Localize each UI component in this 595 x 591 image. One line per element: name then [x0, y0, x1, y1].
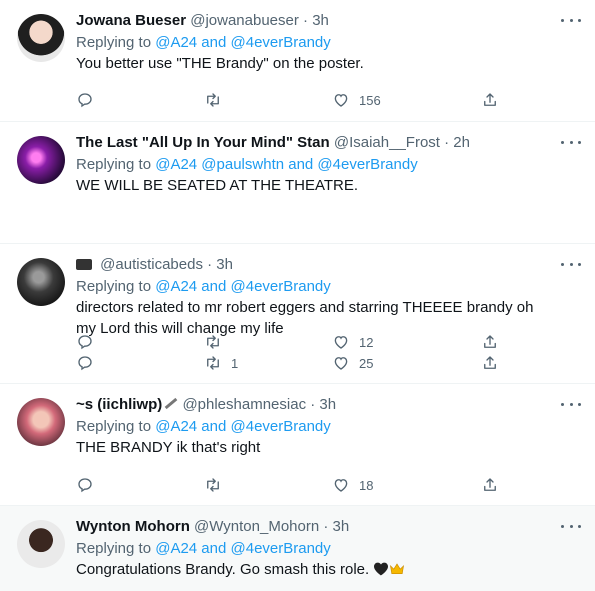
- tweet[interactable]: The Last "All Up In Your Mind" Stan @Isa…: [0, 122, 595, 350]
- replying-to: Replying to @A24 and @4everBrandy: [76, 538, 583, 559]
- tweet-text: Congratulations Brandy. Go smash this ro…: [76, 559, 556, 580]
- tweet[interactable]: Wynton Mohorn @Wynton_Mohorn · 3h Replyi…: [0, 506, 595, 591]
- handle[interactable]: @autisticabeds: [100, 256, 203, 273]
- more-icon[interactable]: [561, 398, 581, 410]
- tweet-actions: 18: [76, 475, 506, 495]
- tweet-header: Jowana Bueser @jowanabueser · 3h: [76, 10, 583, 32]
- replying-to: Replying to @A24 and @4everBrandy: [76, 416, 583, 437]
- tweet[interactable]: ~s (iichliwp) @phleshamnesiac · 3h Reply…: [0, 384, 595, 506]
- handle[interactable]: @Isaiah__Frost: [334, 134, 440, 151]
- reply-feed: Jowana Bueser @jowanabueser · 3h Replyin…: [0, 0, 595, 591]
- tweet-text-content: Congratulations Brandy. Go smash this ro…: [76, 561, 370, 578]
- like-count: 25: [359, 355, 374, 371]
- timestamp[interactable]: · 3h: [207, 256, 233, 273]
- replying-to-link[interactable]: @A24 @paulswhtn and @4everBrandy: [155, 156, 418, 173]
- timestamp[interactable]: · 3h: [303, 12, 329, 29]
- tweet-actions: 156: [76, 90, 506, 110]
- tweet-header: The Last "All Up In Your Mind" Stan @Isa…: [76, 132, 583, 154]
- more-icon[interactable]: [561, 14, 581, 26]
- avatar[interactable]: [17, 520, 65, 568]
- share-button[interactable]: [481, 475, 499, 495]
- display-name[interactable]: The Last "All Up In Your Mind" Stan: [76, 134, 330, 151]
- timestamp[interactable]: · 3h: [310, 396, 336, 413]
- retweet-icon: [207, 356, 219, 370]
- tweet[interactable]: Jowana Bueser @jowanabueser · 3h Replyin…: [0, 0, 595, 122]
- black-heart-emoji: [374, 562, 389, 576]
- replying-to-link[interactable]: @A24 and @4everBrandy: [155, 540, 331, 557]
- replying-to-link[interactable]: @A24 and @4everBrandy: [155, 34, 331, 51]
- tweet-text: THE BRANDY ik that's right: [76, 439, 261, 456]
- tweet-header: @autisticabeds · 3h: [76, 254, 583, 276]
- handle[interactable]: @Wynton_Mohorn: [194, 518, 319, 535]
- share-icon: [484, 356, 496, 369]
- knife-emoji: [164, 397, 178, 410]
- handle[interactable]: @phleshamnesiac: [182, 396, 306, 413]
- reply-icon: [78, 478, 92, 493]
- timestamp[interactable]: · 3h: [323, 518, 349, 535]
- timestamp[interactable]: · 2h: [444, 134, 470, 151]
- reply-button[interactable]: [76, 475, 103, 495]
- avatar[interactable]: [17, 14, 65, 62]
- replying-to: Replying to @A24 @paulswhtn and @4everBr…: [76, 154, 583, 175]
- tweet-text: WE WILL BE SEATED AT THE THEATRE.: [76, 177, 359, 194]
- replying-to-link[interactable]: @A24 and @4everBrandy: [155, 278, 331, 295]
- retweet-button[interactable]: [204, 90, 231, 110]
- retweet-button[interactable]: [204, 475, 231, 495]
- more-icon[interactable]: [561, 258, 581, 270]
- movie-camera-emoji: [76, 259, 92, 270]
- replying-to: Replying to @A24 and @4everBrandy: [76, 32, 583, 53]
- tweet[interactable]: @autisticabeds · 3h Replying to @A24 and…: [0, 244, 595, 384]
- avatar[interactable]: [17, 398, 65, 446]
- avatar[interactable]: [17, 136, 65, 184]
- share-button[interactable]: [481, 90, 499, 110]
- retweet-icon: [207, 93, 219, 107]
- like-button[interactable]: 156: [332, 90, 381, 110]
- more-icon[interactable]: [561, 136, 581, 148]
- display-name[interactable]: ~s (iichliwp): [76, 396, 162, 413]
- retweet-count: 1: [231, 355, 239, 371]
- replying-prefix: Replying to: [76, 418, 156, 435]
- reply-icon: [78, 356, 92, 371]
- handle[interactable]: @jowanabueser: [190, 12, 299, 29]
- like-icon: [334, 479, 348, 492]
- share-button[interactable]: [481, 353, 499, 373]
- tweet-header: Wynton Mohorn @Wynton_Mohorn · 3h: [76, 516, 583, 538]
- display-name[interactable]: Wynton Mohorn: [76, 518, 190, 535]
- display-name[interactable]: Jowana Bueser: [76, 12, 186, 29]
- share-icon: [484, 478, 496, 491]
- replying-prefix: Replying to: [76, 34, 156, 51]
- replying-to: Replying to @A24 and @4everBrandy: [76, 276, 583, 297]
- retweet-icon: [207, 478, 219, 492]
- tweet-actions: 1 25: [76, 353, 506, 373]
- replying-prefix: Replying to: [76, 540, 156, 557]
- tweet-text: You better use "THE Brandy" on the poste…: [76, 55, 364, 72]
- crown-emoji: [390, 563, 405, 575]
- replying-prefix: Replying to: [76, 278, 156, 295]
- retweet-button[interactable]: 1: [204, 353, 238, 373]
- replying-prefix: Replying to: [76, 156, 156, 173]
- reply-button[interactable]: [76, 353, 103, 373]
- like-count: 156: [359, 92, 381, 108]
- like-count: 18: [359, 477, 374, 493]
- tweet-header: ~s (iichliwp) @phleshamnesiac · 3h: [76, 394, 583, 416]
- more-icon[interactable]: [561, 520, 581, 532]
- replying-to-link[interactable]: @A24 and @4everBrandy: [155, 418, 331, 435]
- like-button[interactable]: 25: [332, 353, 373, 373]
- like-icon: [334, 357, 348, 370]
- share-icon: [484, 93, 496, 106]
- tweet-text: directors related to mr robert eggers an…: [76, 299, 534, 337]
- reply-button[interactable]: [76, 90, 103, 110]
- reply-icon: [78, 93, 92, 108]
- avatar[interactable]: [17, 258, 65, 306]
- like-icon: [334, 94, 348, 107]
- like-button[interactable]: 18: [332, 475, 373, 495]
